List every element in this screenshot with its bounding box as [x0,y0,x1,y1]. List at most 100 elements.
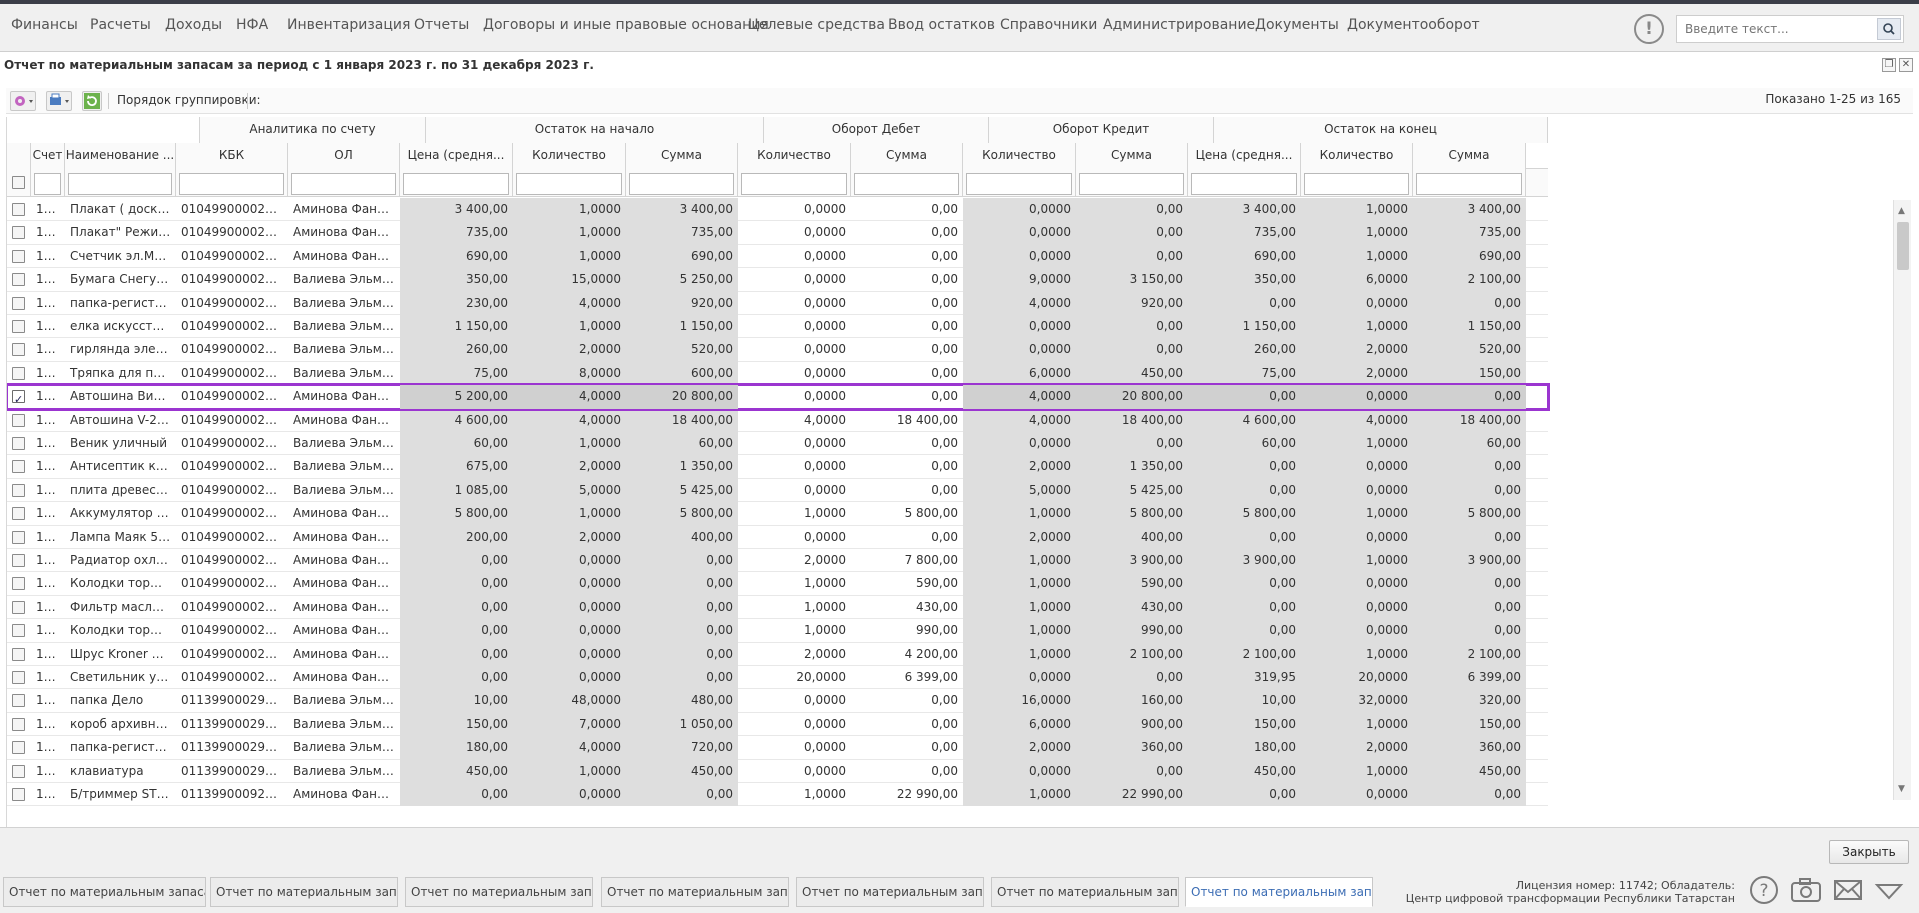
grid-scrollbar[interactable]: ▲ ▼ [1893,200,1911,800]
column-filter-input[interactable] [403,173,509,195]
column-header[interactable]: Цена (средня... [400,143,513,169]
row-checkbox[interactable] [12,460,25,474]
window-tab[interactable]: Отчет по материальным запа... [601,877,789,907]
select-all-checkbox[interactable] [12,176,25,189]
column-filter-input[interactable] [179,173,284,195]
row-checkbox[interactable] [12,483,25,497]
column-filter-input[interactable] [68,173,172,195]
search-button[interactable] [1877,18,1901,40]
table-row[interactable]: 10536 папка Дело 0113990002990... Валиева Э… [7,689,1548,713]
row-checkbox[interactable] [12,437,25,450]
row-checkbox[interactable] [12,388,25,409]
table-row[interactable]: 10536 Аккумулятор А... 0104990000204... Ами… [7,502,1548,526]
menu-item-directories[interactable]: Справочники [1000,16,1097,34]
row-checkbox[interactable] [12,764,25,778]
table-row[interactable]: 10536 Автошина V-23... 0104990000204... Ами… [7,408,1548,432]
row-checkbox[interactable] [12,624,25,638]
window-tab[interactable]: Отчет по материальным запасам [3,877,206,907]
table-row[interactable]: 10536 Колодки тормо... 0104990000204... Ами… [7,572,1548,596]
column-header[interactable]: Количество [1301,143,1413,169]
menu-item-reports[interactable]: Отчеты [414,16,469,34]
column-filter-input[interactable] [966,173,1072,195]
table-row[interactable]: 10536 Шрус Kroner 21... 0104990000204... Ам… [7,642,1548,666]
window-tab[interactable]: Отчет по материальным запа... [210,877,398,907]
menu-item-balance-input[interactable]: Ввод остатков [888,16,995,34]
table-row[interactable]: 10536 Светильник ули... 0104990000204... Ам… [7,666,1548,690]
column-filter-input[interactable] [516,173,622,195]
table-row[interactable]: 10536 елка искусстве... 0104990000204... Ва… [7,315,1548,339]
column-header[interactable]: Количество [513,143,626,169]
window-tab[interactable]: Отчет по материальным запа... [991,877,1179,907]
scroll-up-icon[interactable]: ▲ [1898,206,1905,216]
menu-item-finance[interactable]: Финансы [11,16,78,34]
menu-item-documents[interactable]: Документы [1255,16,1339,34]
window-tab[interactable]: Отчет по материальным запа... [1185,877,1373,907]
table-row[interactable]: 10536 Фильтр маслян... 0104990000204... Ами… [7,595,1548,620]
window-tab[interactable]: Отчет по материальным запа... [405,877,593,907]
table-row[interactable]: 10536 короб архивный 0113990002990... Валие… [7,712,1548,737]
column-header[interactable]: Сумма [626,143,738,169]
column-filter-input[interactable] [854,173,959,195]
column-header[interactable]: Сумма [1076,143,1188,169]
scroll-down-icon[interactable]: ▼ [1898,784,1905,794]
row-checkbox[interactable] [12,717,25,731]
settings-menu-button[interactable] [10,91,36,111]
column-filter-input[interactable] [741,173,847,195]
menu-item-docflow[interactable]: Документооборот [1347,16,1480,34]
row-checkbox[interactable] [12,554,25,567]
column-header[interactable]: Количество [963,143,1076,169]
scroll-thumb[interactable] [1897,222,1909,270]
column-header[interactable]: КБК [176,143,288,169]
row-checkbox[interactable] [12,273,25,287]
table-row[interactable]: 10536 Б/триммер STI... 0113990009203... Ами… [7,783,1548,807]
table-row[interactable]: 10536 папка-регистра... 0104990000204... Ва… [7,291,1548,315]
column-header[interactable]: Счет [31,143,65,169]
row-checkbox[interactable] [12,249,25,263]
table-row[interactable]: 10536 Бумага Снегуро... 0104990000204... Ва… [7,268,1548,292]
column-header[interactable]: Сумма [851,143,963,169]
chevron-down-icon[interactable] [1873,874,1905,906]
menu-item-nfa[interactable]: НФА [236,16,268,34]
print-menu-button[interactable] [46,91,72,111]
row-checkbox[interactable] [12,694,25,708]
refresh-button[interactable] [82,91,102,111]
row-checkbox[interactable] [12,343,25,357]
table-row[interactable]: 10536 Плакат" Режим ... 0104990000204... Ам… [7,221,1548,245]
table-row[interactable]: 10536 Автошина Виат... 0104990000204... Ами… [7,383,1550,411]
row-checkbox[interactable] [12,296,25,310]
table-row[interactable]: 10536 гирлянда элект... 0104990000204... Ва… [7,338,1548,362]
mail-icon[interactable] [1832,874,1864,906]
help-icon[interactable]: ? [1748,874,1780,906]
table-row[interactable]: 10536 Счетчик эл.Мер... 0104990000204... Ам… [7,244,1548,269]
column-header[interactable]: Цена (средня... [1188,143,1301,169]
row-checkbox[interactable] [12,413,25,427]
row-checkbox[interactable] [12,366,25,380]
column-header[interactable]: Наименование ... [65,143,176,169]
column-header[interactable]: Количество [738,143,851,169]
menu-item-contracts[interactable]: Договоры и иные правовые основания [483,16,769,34]
row-checkbox[interactable] [12,530,25,544]
table-row[interactable]: 10536 клавиатура 0113990002990... Валиева Э… [7,759,1548,783]
header-select-all[interactable] [7,143,31,169]
row-checkbox[interactable] [12,203,25,216]
table-row[interactable]: 10536 Колодки тормо... 0104990000204... Ами… [7,619,1548,643]
row-checkbox[interactable] [12,507,25,521]
menu-item-income[interactable]: Доходы [165,16,222,34]
table-row[interactable]: 10536 Лампа Маяк 52... 0104990000204... Ами… [7,525,1548,549]
row-checkbox[interactable] [12,671,25,684]
menu-item-administration[interactable]: Администрирование [1103,16,1255,34]
close-window-icon[interactable]: ✕ [1899,58,1913,72]
row-checkbox[interactable] [12,600,25,614]
notification-icon[interactable]: ! [1634,14,1664,44]
column-header[interactable]: Сумма [1413,143,1526,169]
restore-window-icon[interactable]: ❐ [1882,58,1896,72]
table-row[interactable]: 10536 папка-регистра... 0113990002990... Ва… [7,736,1548,760]
row-checkbox[interactable] [12,741,25,755]
column-filter-input[interactable] [1304,173,1409,195]
table-row[interactable]: 10536 Веник уличный 0104990000204... Валиев… [7,432,1548,456]
menu-item-inventory[interactable]: Инвентаризация [287,16,410,34]
column-filter-input[interactable] [291,173,396,195]
menu-item-target-funds[interactable]: Целевые средства [748,16,885,34]
row-checkbox[interactable] [12,577,25,591]
camera-icon[interactable] [1789,874,1821,906]
